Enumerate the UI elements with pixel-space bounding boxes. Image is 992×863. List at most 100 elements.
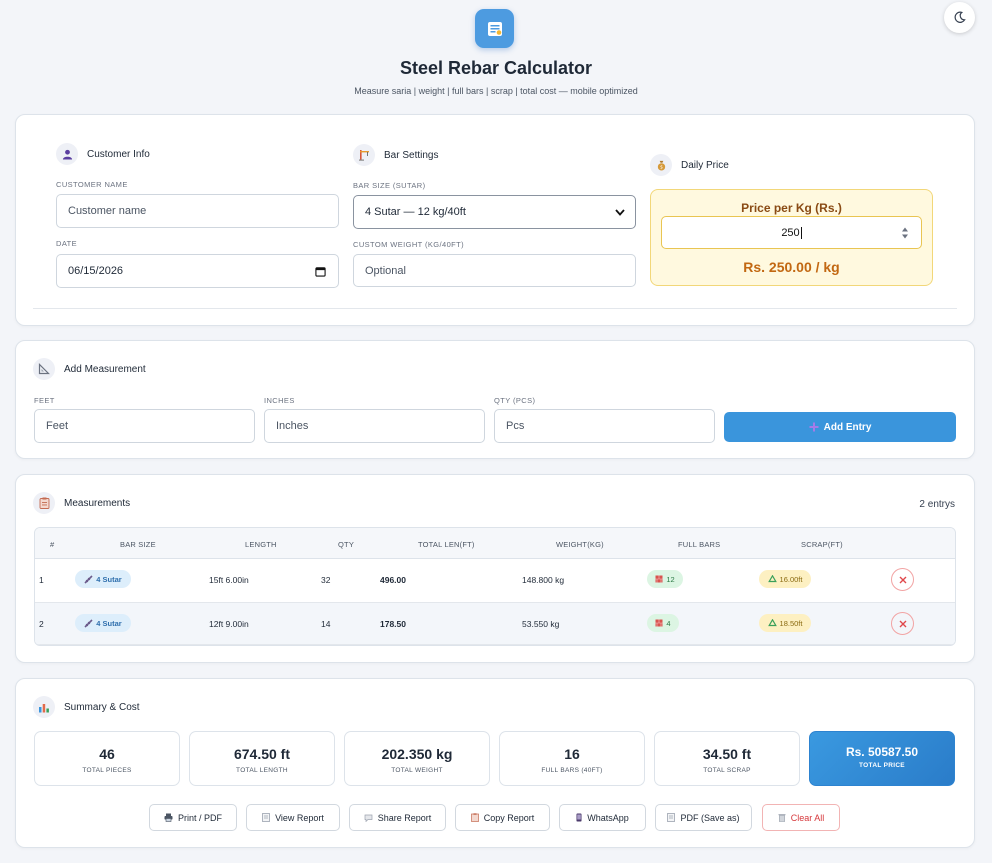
stat-label: TOTAL PRICE: [859, 762, 905, 769]
price-panel: Price per Kg (Rs.) 250 Rs. 250.00 / kg: [650, 189, 933, 286]
plus-sparkle-icon: [809, 422, 819, 432]
page-title: Steel Rebar Calculator: [399, 58, 593, 78]
document-icon: [262, 813, 270, 822]
price-value-text: 250: [781, 226, 800, 239]
daily-price-title: Daily Price: [681, 159, 729, 171]
stat-label: TOTAL WEIGHT: [391, 767, 443, 774]
add-measurement-heading: Add Measurement: [33, 358, 146, 380]
summary-heading: Summary & Cost: [33, 696, 140, 718]
clear-all-button[interactable]: Clear All: [762, 804, 840, 831]
spinner-arrows-icon[interactable]: [901, 226, 909, 240]
stat-total-pieces: 46 TOTAL PIECES: [34, 731, 180, 786]
scrap-badge: 18.50ft: [759, 614, 811, 632]
total-len-cell: 496.00: [380, 575, 406, 585]
bar-size-badge: 4 Sutar: [75, 570, 131, 588]
clipboard-icon: [470, 813, 479, 822]
price-per-kg-input[interactable]: 250: [661, 216, 922, 249]
table-row: 2 4 Sutar 12ft 9.00in 14 178.50 53.550 k…: [35, 602, 955, 645]
calendar-icon[interactable]: [315, 266, 326, 277]
weight-cell: 148.800 kg: [522, 575, 565, 585]
customer-name-input[interactable]: Customer name: [56, 194, 339, 228]
qty-cell: 32: [321, 575, 331, 585]
daily-price-heading: $ Daily Price: [650, 154, 729, 176]
length-cell: 12ft 9.00in: [209, 619, 249, 629]
theme-toggle-button[interactable]: [944, 2, 975, 33]
clipboard-icon: [33, 492, 55, 514]
pdf-save-button[interactable]: PDF (Save as): [655, 804, 752, 831]
qty-input[interactable]: Pcs: [494, 409, 715, 443]
close-icon: [899, 620, 906, 627]
col-header-full-bars: FULL BARS: [678, 540, 721, 549]
crane-icon: [353, 144, 375, 166]
person-icon: [56, 143, 78, 165]
view-report-label: View Report: [275, 812, 324, 823]
bar-size-label: BAR SIZE (SUTAR): [353, 181, 426, 190]
brick-icon: [655, 575, 663, 583]
share-report-label: Share Report: [377, 812, 432, 823]
col-header-num: #: [50, 540, 55, 549]
bar-size-select[interactable]: 4 Sutar — 12 kg/40ft: [353, 195, 636, 229]
scrap-badge: 16.00ft: [759, 570, 811, 588]
clear-all-label: Clear All: [790, 812, 825, 823]
money-bag-icon: $: [650, 154, 672, 176]
inches-label: INCHES: [264, 396, 295, 405]
bar-size-badge: 4 Sutar: [75, 614, 131, 632]
customer-info-heading: Customer Info: [56, 143, 150, 165]
full-bars-badge: 4: [647, 614, 679, 632]
date-label: DATE: [56, 239, 78, 248]
stat-value: 46: [99, 746, 115, 762]
date-value: 06/15/2026: [68, 265, 124, 277]
full-bars-badge: 12: [647, 570, 683, 588]
col-header-bar-size: BAR SIZE: [120, 540, 156, 549]
feet-label: FEET: [34, 396, 55, 405]
add-measurement-title: Add Measurement: [64, 363, 146, 375]
whatsapp-button[interactable]: WhatsApp: [559, 804, 646, 831]
full-bars-text: 12: [666, 574, 675, 584]
stat-total-length: 674.50 ft TOTAL LENGTH: [189, 731, 335, 786]
table-row: 1 4 Sutar 15ft 6.00in 32 496.00 148.800 …: [35, 559, 955, 602]
copy-report-button[interactable]: Copy Report: [455, 804, 550, 831]
stat-total-scrap: 34.50 ft TOTAL SCRAP: [654, 731, 800, 786]
chevron-down-icon: [615, 208, 625, 216]
stat-value: 34.50 ft: [702, 746, 752, 762]
rebar-icon: [84, 574, 93, 584]
settings-divider: [33, 308, 957, 309]
brick-icon: [655, 619, 663, 627]
share-report-button[interactable]: Share Report: [349, 804, 446, 831]
qty-label: QTY (PCS): [494, 396, 536, 405]
stat-label: TOTAL PIECES: [82, 767, 132, 774]
view-report-button[interactable]: View Report: [246, 804, 340, 831]
bar-size-text: 4 Sutar: [96, 574, 122, 584]
qty-placeholder: Pcs: [506, 420, 525, 432]
print-pdf-label: Print / PDF: [177, 812, 222, 823]
feet-input[interactable]: Feet: [34, 409, 255, 443]
row-num: 2: [39, 619, 44, 629]
moon-icon: [954, 11, 966, 23]
measurements-table: # BAR SIZE LENGTH QTY TOTAL LEN(FT) WEIG…: [34, 527, 956, 646]
print-pdf-button[interactable]: Print / PDF: [149, 804, 237, 831]
app-logo: [475, 9, 514, 48]
stat-total-price: Rs. 50587.50 TOTAL PRICE: [809, 731, 955, 786]
scrap-text: 16.00ft: [779, 574, 803, 584]
inches-input[interactable]: Inches: [264, 409, 485, 443]
recycle-icon: [767, 618, 777, 626]
custom-weight-input[interactable]: Optional: [353, 254, 636, 287]
length-cell: 15ft 6.00in: [209, 575, 249, 585]
qty-cell: 14: [321, 619, 331, 629]
stat-label: FULL BARS (40FT): [541, 767, 603, 774]
delete-row-button[interactable]: [891, 568, 914, 591]
col-header-total-len: TOTAL LEN(FT): [418, 540, 475, 549]
measurements-heading: Measurements: [33, 492, 130, 514]
total-len-cell: 178.50: [380, 619, 406, 629]
copy-report-label: Copy Report: [483, 812, 535, 823]
phone-icon: [576, 813, 582, 822]
bar-size-selected: 4 Sutar — 12 kg/40ft: [365, 206, 466, 218]
svg-text:$: $: [660, 164, 663, 170]
measurements-title: Measurements: [64, 497, 131, 509]
stat-value: 674.50 ft: [233, 746, 291, 762]
stat-label: TOTAL LENGTH: [236, 767, 288, 774]
date-input[interactable]: 06/15/2026: [56, 254, 339, 288]
add-entry-button[interactable]: Add Entry: [724, 412, 956, 442]
delete-row-button[interactable]: [891, 612, 914, 635]
customer-info-title: Customer Info: [87, 148, 150, 160]
